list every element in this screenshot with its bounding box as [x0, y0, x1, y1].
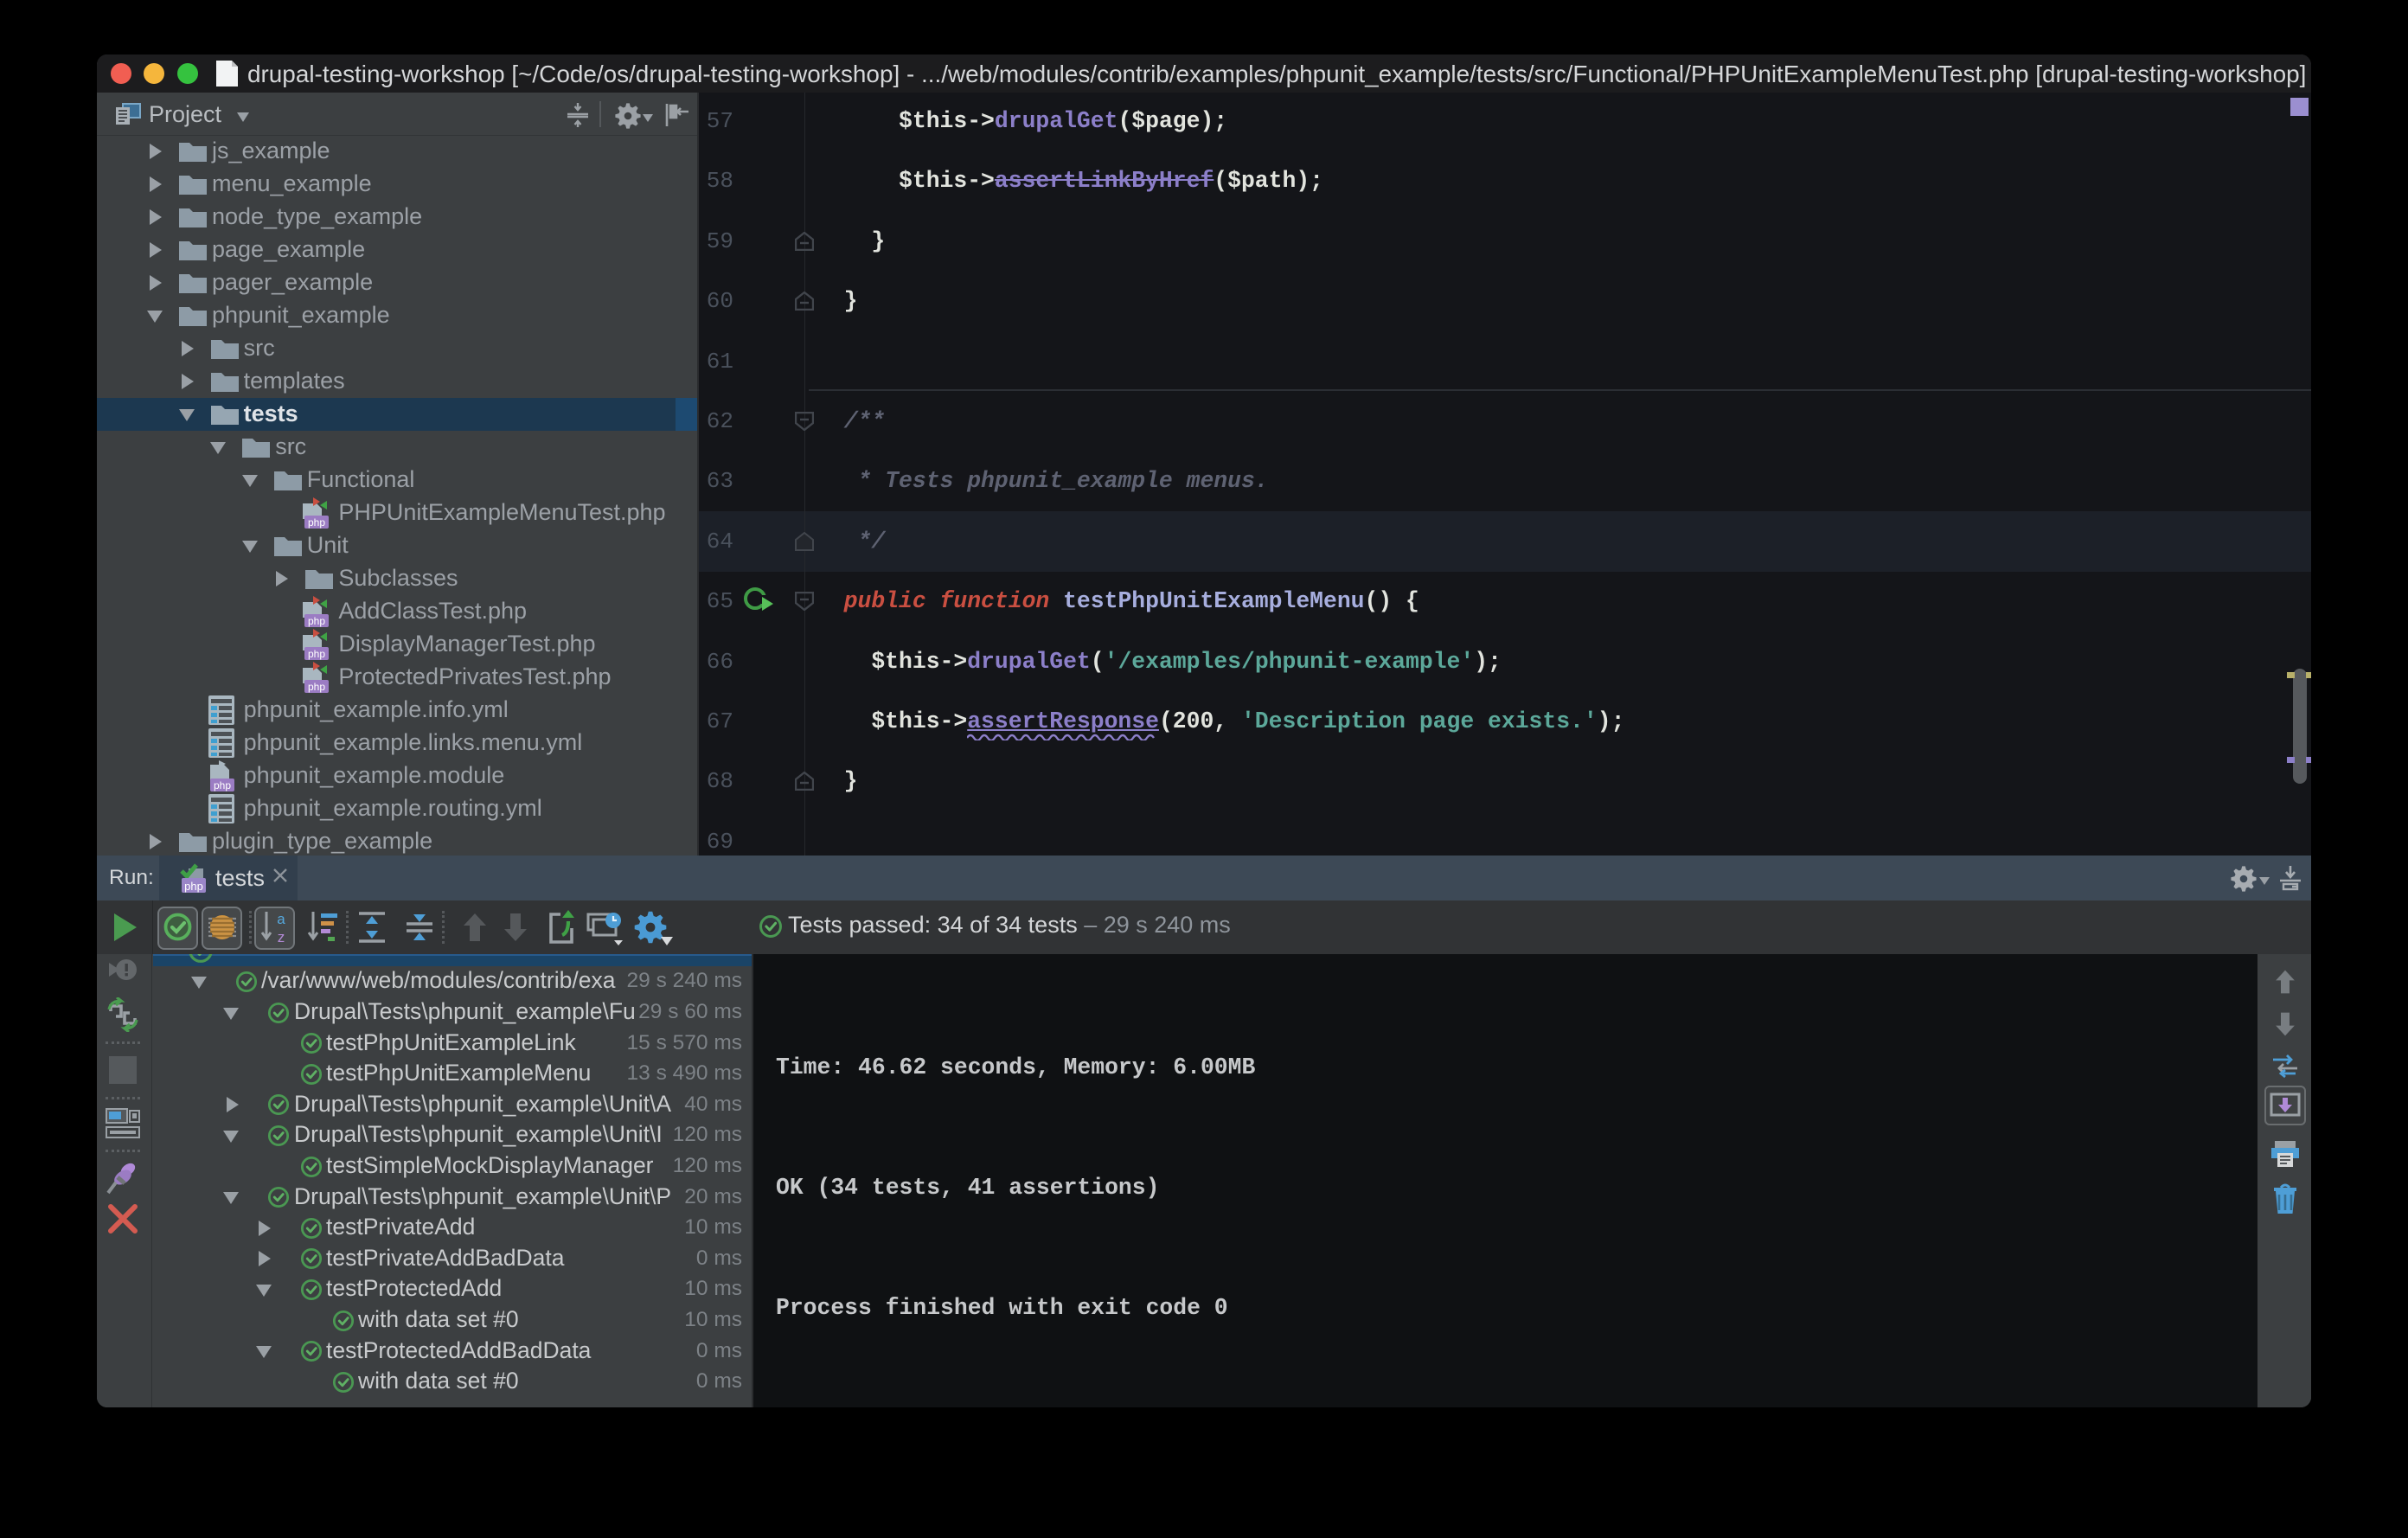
- svg-text:php: php: [308, 516, 325, 529]
- svg-text:php: php: [308, 681, 325, 693]
- svg-text:a: a: [277, 911, 285, 927]
- svg-text:php: php: [308, 648, 325, 660]
- svg-text:php: php: [308, 615, 325, 627]
- svg-text:z: z: [278, 929, 285, 945]
- svg-text:php: php: [214, 779, 231, 791]
- svg-text:php: php: [184, 880, 203, 893]
